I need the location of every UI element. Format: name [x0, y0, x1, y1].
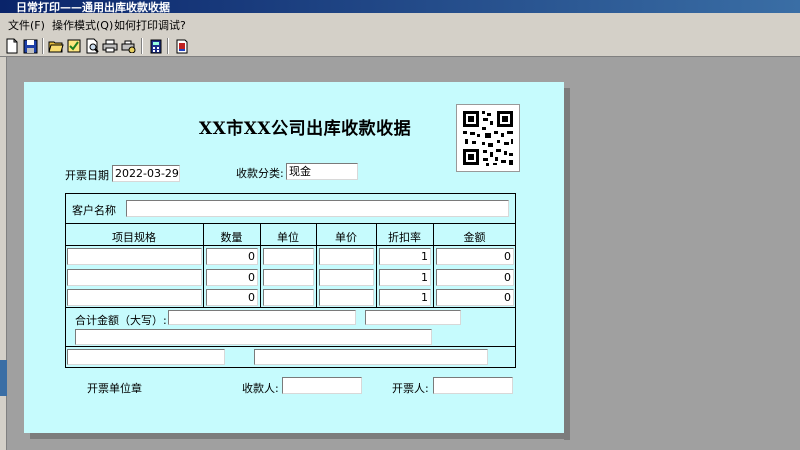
item-unit-field[interactable]: [263, 248, 314, 265]
item-spec-field[interactable]: [67, 289, 202, 306]
paper-shadow: [564, 88, 570, 440]
table-divider: [65, 307, 516, 308]
title-bar: 日常打印——通用出库收款收据: [0, 0, 800, 14]
item-price-field[interactable]: [319, 269, 374, 286]
item-discount-field[interactable]: 1: [379, 248, 431, 265]
issue-date-field[interactable]: 2022-03-29: [112, 165, 180, 182]
column-header-discount-rate: 折扣率: [388, 231, 421, 244]
toolbar-separator: [141, 38, 143, 54]
issuer-field[interactable]: [433, 377, 513, 394]
footer-field-right[interactable]: [254, 349, 488, 365]
toolbar-separator: [167, 38, 169, 54]
new-file-icon[interactable]: [4, 38, 20, 54]
column-header-quantity: 数量: [220, 231, 243, 244]
qr-code: [456, 104, 520, 172]
menu-print-debug-help[interactable]: 如何打印调试?: [114, 17, 186, 33]
total-amount-field[interactable]: [365, 310, 461, 325]
print-setup-icon[interactable]: [120, 38, 136, 54]
table-divider: [65, 346, 516, 347]
footer-field-left[interactable]: [67, 349, 225, 365]
receipt-title: XX市XX公司出库收款收据: [198, 119, 412, 139]
issuer-label: 开票人:: [392, 382, 429, 395]
item-quantity-field[interactable]: 0: [206, 248, 258, 265]
item-unit-field[interactable]: [263, 269, 314, 286]
item-quantity-field[interactable]: 0: [206, 269, 258, 286]
item-amount-field[interactable]: 0: [436, 269, 514, 286]
toolbar: [0, 35, 800, 57]
item-amount-field[interactable]: 0: [436, 289, 514, 306]
remarks-field[interactable]: [75, 329, 432, 345]
menu-file[interactable]: 文件(F): [8, 17, 45, 33]
printer-icon[interactable]: [102, 38, 118, 54]
payment-category-field[interactable]: 现金: [286, 163, 358, 180]
payment-category-label: 收款分类:: [236, 167, 284, 180]
print-preview-icon[interactable]: [84, 38, 100, 54]
checkbox-icon[interactable]: [66, 38, 82, 54]
left-panel-marker: [0, 360, 7, 396]
menu-bar: 文件(F) 操作模式(Q) 如何打印调试?: [0, 13, 800, 35]
column-header-amount: 金额: [463, 231, 486, 244]
item-spec-field[interactable]: [67, 248, 202, 265]
open-folder-icon[interactable]: [48, 38, 64, 54]
help-icon[interactable]: [174, 38, 190, 54]
customer-name-field[interactable]: [126, 200, 509, 217]
column-header-spec: 项目规格: [112, 231, 156, 244]
issuer-stamp-label: 开票单位章: [87, 382, 142, 395]
item-unit-field[interactable]: [263, 289, 314, 306]
save-icon[interactable]: [22, 38, 38, 54]
customer-name-label: 客户名称: [72, 204, 116, 217]
paper-shadow: [30, 433, 570, 439]
total-amount-words-label: 合计金额（大写）:: [75, 314, 167, 327]
item-quantity-field[interactable]: 0: [206, 289, 258, 306]
item-discount-field[interactable]: 1: [379, 289, 431, 306]
table-divider: [65, 223, 516, 224]
item-discount-field[interactable]: 1: [379, 269, 431, 286]
payee-field[interactable]: [282, 377, 362, 394]
toolbar-separator: [42, 38, 44, 54]
item-amount-field[interactable]: 0: [436, 248, 514, 265]
table-divider: [65, 245, 516, 246]
total-amount-words-field[interactable]: [168, 310, 356, 325]
item-price-field[interactable]: [319, 248, 374, 265]
issue-date-label: 开票日期: [65, 169, 109, 182]
item-spec-field[interactable]: [67, 269, 202, 286]
item-price-field[interactable]: [319, 289, 374, 306]
column-header-unit-price: 单价: [335, 231, 357, 244]
calculator-icon[interactable]: [148, 38, 164, 54]
menu-operation-mode[interactable]: 操作模式(Q): [52, 17, 113, 33]
payee-label: 收款人:: [242, 382, 279, 395]
column-header-unit: 单位: [277, 231, 299, 244]
